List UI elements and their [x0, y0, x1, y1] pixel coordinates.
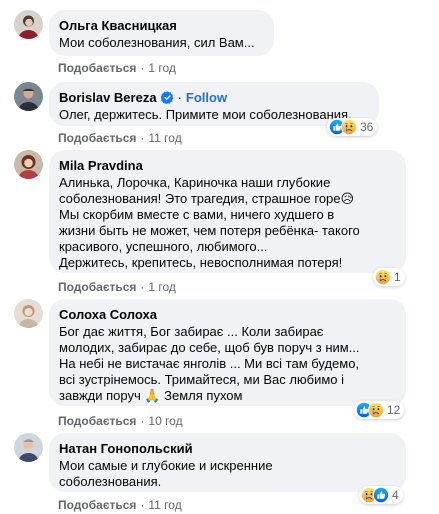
reactions-summary[interactable]: 4: [359, 486, 403, 504]
comment-text: Мои самые и глубокие и искренние соболез…: [59, 458, 273, 489]
avatar[interactable]: [14, 299, 43, 328]
avatar[interactable]: [14, 10, 43, 39]
like-button[interactable]: Подобається: [58, 280, 136, 294]
avatar[interactable]: [14, 82, 43, 111]
timestamp[interactable]: 1 год: [148, 61, 176, 75]
author-name[interactable]: Mila Pravdina: [59, 157, 143, 174]
comment-text: Олег, держитесь. Примите мои соболезнова…: [59, 107, 352, 122]
sad-icon: [341, 119, 357, 135]
comment-text: Мои соболезнования, сил Вам...: [59, 35, 255, 50]
separator: ·: [140, 414, 145, 428]
reactions-summary[interactable]: 1: [373, 268, 405, 286]
comment-meta: Подобається · 1 год: [58, 279, 176, 295]
author-name[interactable]: Солоха Солоха: [59, 306, 157, 323]
author-name[interactable]: Ольга Квасницкая: [59, 17, 177, 34]
timestamp[interactable]: 10 год: [148, 414, 182, 428]
comment-bubble: Mila Pravdina Алинька, Лорочка, Кариночк…: [49, 150, 406, 273]
comment-text: Алинька, Лорочка, Кариночка наши глубоки…: [59, 175, 360, 270]
comment-text: Бог дає життя, Бог забирає ... Коли заби…: [59, 324, 360, 403]
author-name[interactable]: Натан Гонопольский: [59, 440, 193, 457]
like-button[interactable]: Подобається: [58, 131, 136, 145]
comment-bubble: Ольга Квасницкая Мои соболезнования, сил…: [49, 10, 274, 56]
like-button[interactable]: Подобається: [58, 61, 136, 75]
comment-meta: Подобається · 1 год: [58, 60, 176, 76]
avatar[interactable]: [14, 150, 43, 179]
avatar[interactable]: [14, 433, 43, 462]
comment-bubble: Солоха Солоха Бог дає життя, Бог забирає…: [49, 299, 406, 406]
separator: ·: [177, 90, 182, 105]
separator: ·: [140, 498, 145, 512]
comment-meta: Подобається · 10 год: [58, 413, 183, 429]
like-button[interactable]: Подобається: [58, 498, 136, 512]
reaction-count: 1: [394, 270, 401, 284]
separator: ·: [140, 61, 145, 75]
reactions-summary[interactable]: 12: [354, 401, 405, 419]
comment-meta: Подобається · 11 год: [58, 497, 182, 513]
comment-bubble: Натан Гонопольский Мои самые и глубокие …: [49, 433, 406, 492]
reaction-count: 36: [360, 120, 374, 134]
separator: ·: [140, 280, 145, 294]
reaction-count: 12: [387, 403, 401, 417]
timestamp[interactable]: 1 год: [148, 280, 176, 294]
timestamp[interactable]: 11 год: [148, 498, 181, 512]
comment-meta: Подобається · 11 год: [58, 130, 182, 146]
separator: ·: [140, 131, 145, 145]
reaction-count: 4: [392, 488, 399, 502]
sad-icon: [375, 269, 391, 285]
sad-icon: [368, 402, 384, 418]
reactions-summary[interactable]: 36: [327, 118, 378, 136]
like-button[interactable]: Подобається: [58, 414, 136, 428]
author-name[interactable]: Borislav Bereza: [59, 89, 157, 106]
like-icon: [373, 487, 389, 503]
timestamp[interactable]: 11 год: [148, 131, 181, 145]
verified-badge-icon: [160, 91, 173, 104]
follow-button[interactable]: Follow: [186, 89, 227, 106]
